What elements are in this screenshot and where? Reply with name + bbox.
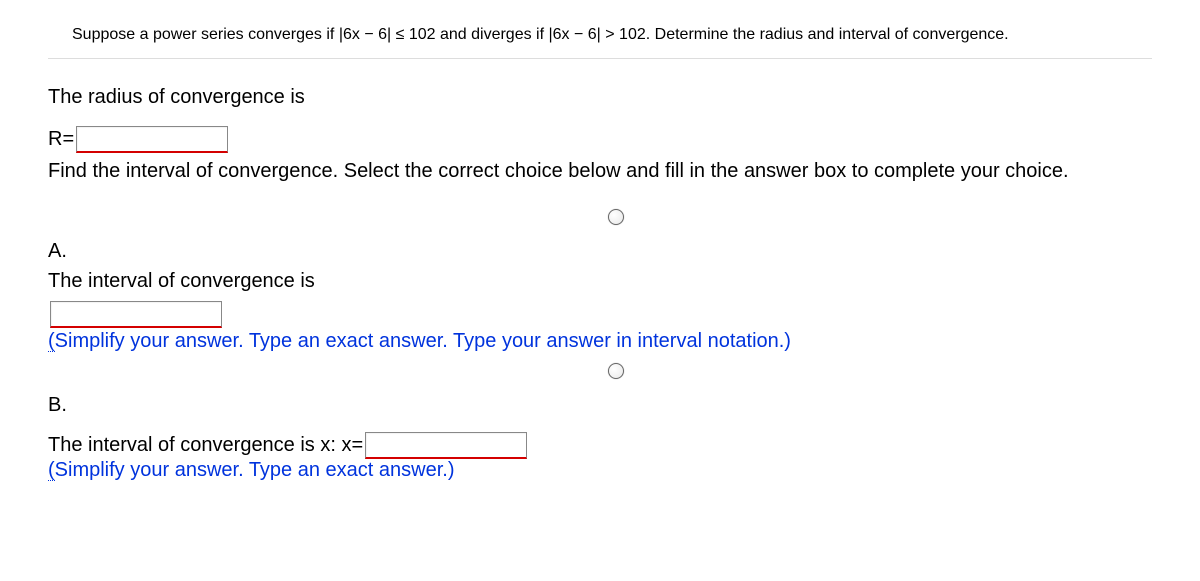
choice-a-input-row xyxy=(48,301,1152,328)
choice-a-input[interactable] xyxy=(50,301,222,328)
choice-a-hint-text: Simplify your answer. Type an exact answ… xyxy=(55,330,791,352)
open-paren-b: ( xyxy=(48,460,55,481)
choice-a-block: A. The interval of convergence is (Simpl… xyxy=(48,237,1152,353)
choice-b-radio-row xyxy=(48,363,1152,383)
choice-a-hint: (Simplify your answer. Type an exact ans… xyxy=(48,330,1152,353)
choice-a-text: The interval of convergence is xyxy=(48,267,1152,295)
choice-a-radio[interactable] xyxy=(608,209,624,225)
interval-instruction: Find the interval of convergence. Select… xyxy=(48,157,1152,185)
choice-b-block: B. The interval of convergence is x: x= … xyxy=(48,391,1152,482)
choice-b-label: B. xyxy=(48,391,1152,419)
choice-a-radio-row xyxy=(48,209,1152,229)
open-paren: ( xyxy=(48,331,55,352)
choice-b-text: The interval of convergence is x: x= xyxy=(48,431,363,459)
question-container: Suppose a power series converges if |6x … xyxy=(0,0,1200,512)
choice-b-input[interactable] xyxy=(365,432,527,459)
radius-input-row: R= xyxy=(48,125,1152,153)
choice-b-hint: (Simplify your answer. Type an exact ans… xyxy=(48,459,1152,482)
problem-statement: Suppose a power series converges if |6x … xyxy=(48,20,1152,59)
radius-label: The radius of convergence is xyxy=(48,83,1152,111)
choice-a-label: A. xyxy=(48,237,1152,265)
choice-b-radio[interactable] xyxy=(608,363,624,379)
choice-b-hint-text: Simplify your answer. Type an exact answ… xyxy=(55,459,455,481)
choice-b-input-row: The interval of convergence is x: x= xyxy=(48,431,1152,459)
radius-input[interactable] xyxy=(76,126,228,153)
r-equals-label: R= xyxy=(48,125,74,153)
